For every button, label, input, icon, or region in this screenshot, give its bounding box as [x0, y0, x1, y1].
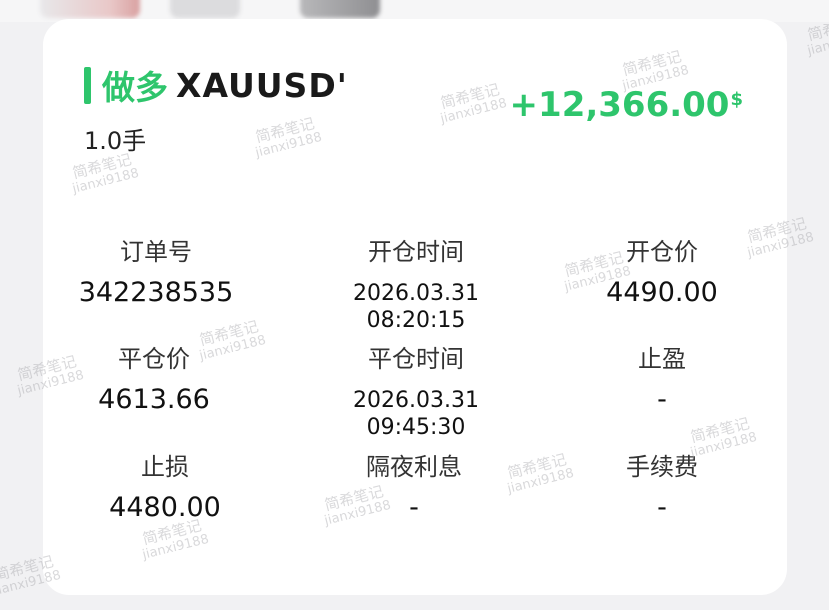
field-value: 4613.66: [98, 384, 210, 415]
accent-bar: [84, 66, 91, 104]
time-line: 08:20:15: [366, 308, 466, 333]
field-value: 4480.00: [109, 492, 221, 523]
profit-amount: +12,366.00$: [510, 85, 743, 125]
date-line: 2026.03.31: [353, 388, 479, 413]
field-label: 开仓价: [626, 238, 698, 266]
field-order-number: 订单号 342238535: [36, 232, 276, 308]
field-open-price: 开仓价 4490.00: [542, 232, 782, 308]
field-value: 4490.00: [606, 277, 718, 308]
lot-size: 1.0手: [84, 127, 147, 155]
field-value: -: [409, 492, 419, 523]
field-label: 止损: [141, 453, 189, 481]
field-value: -: [657, 492, 667, 523]
field-label: 平仓时间: [368, 345, 464, 373]
thumbnail-image[interactable]: [170, 0, 240, 18]
field-stop-loss: 止损 4480.00: [45, 447, 285, 523]
symbol-label: XAUUSD': [176, 65, 348, 105]
field-overnight-interest: 隔夜利息 -: [294, 447, 534, 523]
order-detail-card: 做多 XAUUSD' 1.0手 +12,366.00$ 订单号 34223853…: [43, 19, 787, 595]
field-label: 隔夜利息: [366, 453, 462, 481]
field-label: 止盈: [638, 345, 686, 373]
field-close-time: 平仓时间 2026.03.31 09:45:30: [296, 339, 536, 441]
field-close-price: 平仓价 4613.66: [34, 339, 274, 415]
field-label: 手续费: [626, 453, 698, 481]
field-value: -: [657, 384, 667, 415]
thumbnail-image[interactable]: [300, 0, 380, 18]
field-take-profit: 止盈 -: [542, 339, 782, 415]
field-label: 订单号: [120, 238, 192, 266]
field-commission: 手续费 -: [542, 447, 782, 523]
thumbnail-image[interactable]: [40, 0, 140, 18]
field-value: 2026.03.31 08:20:15: [296, 280, 536, 334]
field-open-time: 开仓时间 2026.03.31 08:20:15: [296, 232, 536, 334]
field-value: 342238535: [78, 277, 234, 308]
date-line: 2026.03.31: [353, 281, 479, 306]
field-label: 平仓价: [118, 345, 190, 373]
field-value: 2026.03.31 09:45:30: [296, 387, 536, 441]
field-label: 开仓时间: [368, 238, 464, 266]
direction-label: 做多: [102, 68, 168, 107]
currency-symbol: $: [730, 89, 743, 110]
order-title: 做多 XAUUSD': [84, 61, 348, 109]
time-line: 09:45:30: [366, 415, 466, 440]
profit-value: +12,366.00: [509, 85, 730, 125]
